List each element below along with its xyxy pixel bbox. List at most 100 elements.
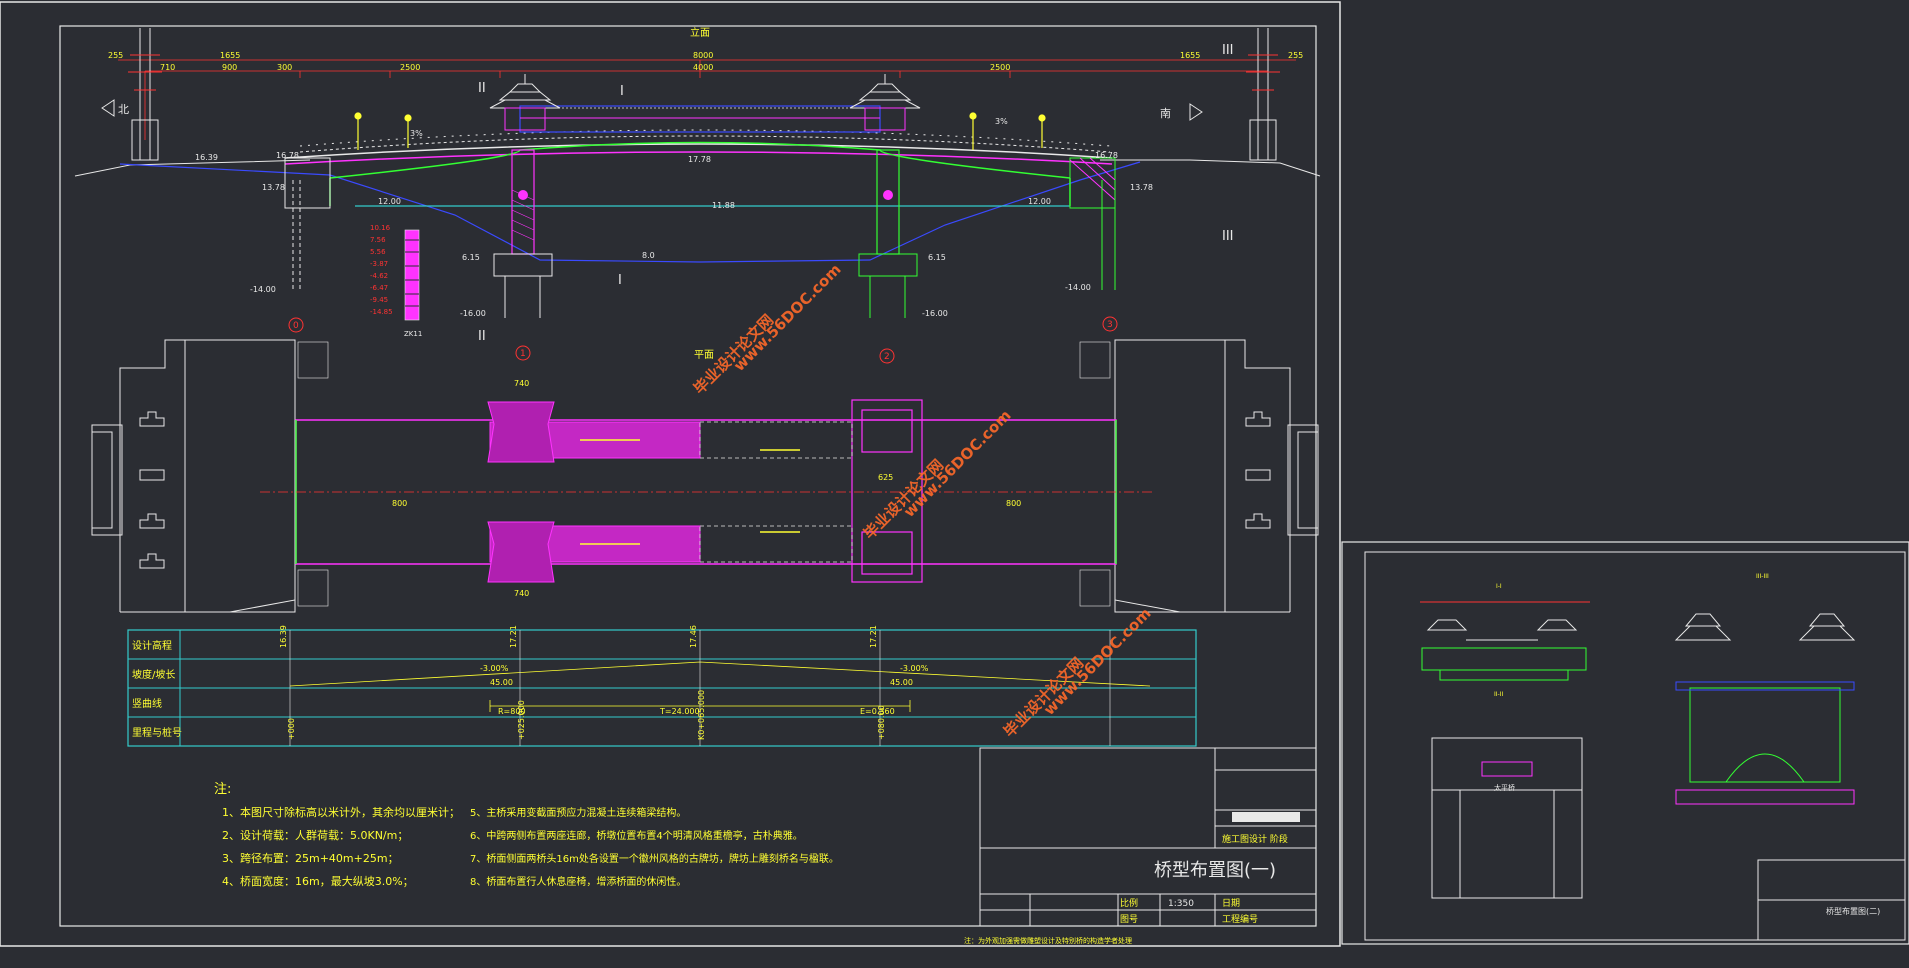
section-mark-II-bottom: II xyxy=(478,329,486,344)
elev-16-39: 16.39 xyxy=(195,153,218,162)
title-block-text: 施工图设计 阶段 桥型布置图(一) 比例 1:350 图号 日期 工程编号 xyxy=(1120,833,1288,925)
elev-17-78: 17.78 xyxy=(688,155,711,164)
elevation-labels: 16.39 16.78 17.78 16.78 13.78 12.00 11.8… xyxy=(195,151,1153,318)
plan-dim-800-left: 800 xyxy=(392,499,407,508)
elev-6-15-left: 6.15 xyxy=(462,253,480,262)
dimension-lines-top xyxy=(118,59,1296,140)
elev-16-78-left: 16.78 xyxy=(276,151,299,160)
note-7: 7、桥面侧面两桥头16m处各设置一个徽州风格的古牌坊，牌坊上雕刻桥名与楹联。 xyxy=(470,852,839,865)
section-marks: II I I II III III xyxy=(478,43,1234,344)
plan-dim-625: 625 xyxy=(878,473,893,482)
sheet-2: I-I III-III 太平桥 II-II 桥型布置图(二) xyxy=(1341,541,1909,945)
bh-level-5: -6.47 xyxy=(370,284,388,292)
elev-8-0: 8.0 xyxy=(642,251,655,260)
view-c-label: III-III xyxy=(1756,573,1769,580)
elev-neg16-left: -16.00 xyxy=(460,309,486,318)
note-4: 4、桥面宽度：16m，最大纵坡3.0%； xyxy=(222,874,414,888)
slope-labels: 3% 3% xyxy=(410,117,1008,138)
grade-len-right: 45.00 xyxy=(890,678,913,687)
bh-level-6: -9.45 xyxy=(370,296,388,304)
view-b-label: II-II xyxy=(1494,691,1503,698)
north-label: 北 xyxy=(118,103,129,116)
pier-1 xyxy=(493,149,553,318)
dim-2500-left: 2500 xyxy=(400,63,420,72)
corridor-outline-right xyxy=(699,421,853,563)
elev-cell-0: 16.39 xyxy=(279,625,288,648)
corridor xyxy=(519,105,881,133)
pavilion-left xyxy=(489,74,561,131)
bh-level-2: 5.56 xyxy=(370,248,386,256)
slope-right: 3% xyxy=(995,117,1008,126)
note-5: 5、主桥采用变截面预应力混凝土连续箱梁结构。 xyxy=(470,806,686,819)
elev-12-00-left: 12.00 xyxy=(378,197,401,206)
footer-note: 注：为外观加强需做雕塑设计及特别桥的构造学者处理 xyxy=(964,936,1132,945)
pier-2 xyxy=(858,149,918,318)
sheet2-section-a-pavilions xyxy=(1426,619,1578,641)
station-1: +025.000 xyxy=(517,700,526,740)
note-1: 1、本图尺寸除标高以米计外，其余均以厘米计； xyxy=(222,805,460,819)
station-2: K0+065.000 xyxy=(697,690,706,740)
borehole-label: ZK11 xyxy=(404,330,422,338)
plan-dim-800-right: 800 xyxy=(1006,499,1021,508)
grade-left: -3.00% xyxy=(480,664,509,673)
dimension-text-top: 255 1655 8000 1655 255 710 900 300 2500 … xyxy=(108,51,1303,72)
pier-mark-0: 0 xyxy=(293,321,299,331)
pavilion-right xyxy=(849,74,921,131)
note-2: 2、设计荷载：人群荷载：5.0KN/m； xyxy=(222,828,408,842)
row-label-grade: 坡度/坡长 xyxy=(132,668,175,681)
date-label: 日期 xyxy=(1222,898,1240,909)
plaza-symbols xyxy=(139,411,1271,569)
dim-710: 710 xyxy=(160,63,175,72)
elev-neg14-left: -14.00 xyxy=(250,285,276,294)
north-arrow-icon: 北 xyxy=(101,99,129,117)
elev-13-78-right: 13.78 xyxy=(1130,183,1153,192)
drawing-canvas: 255 1655 8000 1655 255 710 900 300 2500 … xyxy=(0,1,1909,947)
design-unit: 施工图设计 阶段 xyxy=(1222,833,1288,845)
table-row-labels: 设计高程 坡度/坡长 竖曲线 里程与桩号 xyxy=(132,639,182,739)
plan-title: 平面 xyxy=(694,350,714,361)
archway-right xyxy=(1246,28,1280,161)
elev-neg16-right: -16.00 xyxy=(922,309,948,318)
title-block-logo xyxy=(1232,812,1300,822)
bh-level-7: -14.85 xyxy=(370,308,393,316)
pier-mark-3: 3 xyxy=(1107,320,1113,330)
bh-level-4: -4.62 xyxy=(370,272,388,280)
profile-table: 设计高程 坡度/坡长 竖曲线 里程与桩号 16.39 17.21 17.46 1… xyxy=(127,625,1197,747)
sheet2-title: 桥型布置图(二) xyxy=(1826,906,1880,916)
grade-right: -3.00% xyxy=(900,664,929,673)
section-mark-II-top: II xyxy=(478,81,486,96)
bh-level-1: 7.56 xyxy=(370,236,386,244)
south-arrow-icon: 南 xyxy=(1160,103,1203,121)
pier-mark-2: 2 xyxy=(884,352,890,362)
slope-left: 3% xyxy=(410,129,423,138)
station-0: +000 xyxy=(287,718,296,740)
bridge-deck xyxy=(284,141,1113,206)
section-mark-III-right: III xyxy=(1222,229,1234,244)
elevation-title: 立面 xyxy=(690,26,710,39)
grade-len-left: 45.00 xyxy=(490,678,513,687)
arch-sign: 太平桥 xyxy=(1494,783,1515,792)
row-label-curve: 竖曲线 xyxy=(132,697,162,710)
elev-cell-1: 17.21 xyxy=(509,625,518,648)
river-bed xyxy=(119,161,1141,263)
view-a-label: I-I xyxy=(1496,583,1502,590)
sheet-title: 桥型布置图(一) xyxy=(1154,860,1276,881)
dim-300: 300 xyxy=(277,63,292,72)
borehole-column: ZK11 xyxy=(404,229,422,338)
scale-value: 1:350 xyxy=(1168,899,1194,909)
plan-dim-740-bottom: 740 xyxy=(514,589,529,598)
dim-900: 900 xyxy=(222,63,237,72)
dim-255-left: 255 xyxy=(108,51,123,60)
watermark-url-1: www.56DOC.com xyxy=(730,260,844,374)
elev-cell-3: 17.21 xyxy=(869,625,878,648)
elev-neg14-right: -14.00 xyxy=(1065,283,1091,292)
note-3: 3、跨径布置：25m+40m+25m； xyxy=(222,852,399,865)
watermark-url-3: www.56DOC.com xyxy=(1040,604,1154,718)
elev-12-00-right: 12.00 xyxy=(1028,197,1051,206)
section-mark-I-top: I xyxy=(620,84,624,99)
abutment-left xyxy=(284,157,331,290)
row-label-station: 里程与桩号 xyxy=(132,726,182,739)
elev-13-78-left: 13.78 xyxy=(262,183,285,192)
project-no-label: 工程编号 xyxy=(1222,913,1258,925)
dim-255-right: 255 xyxy=(1288,51,1303,60)
